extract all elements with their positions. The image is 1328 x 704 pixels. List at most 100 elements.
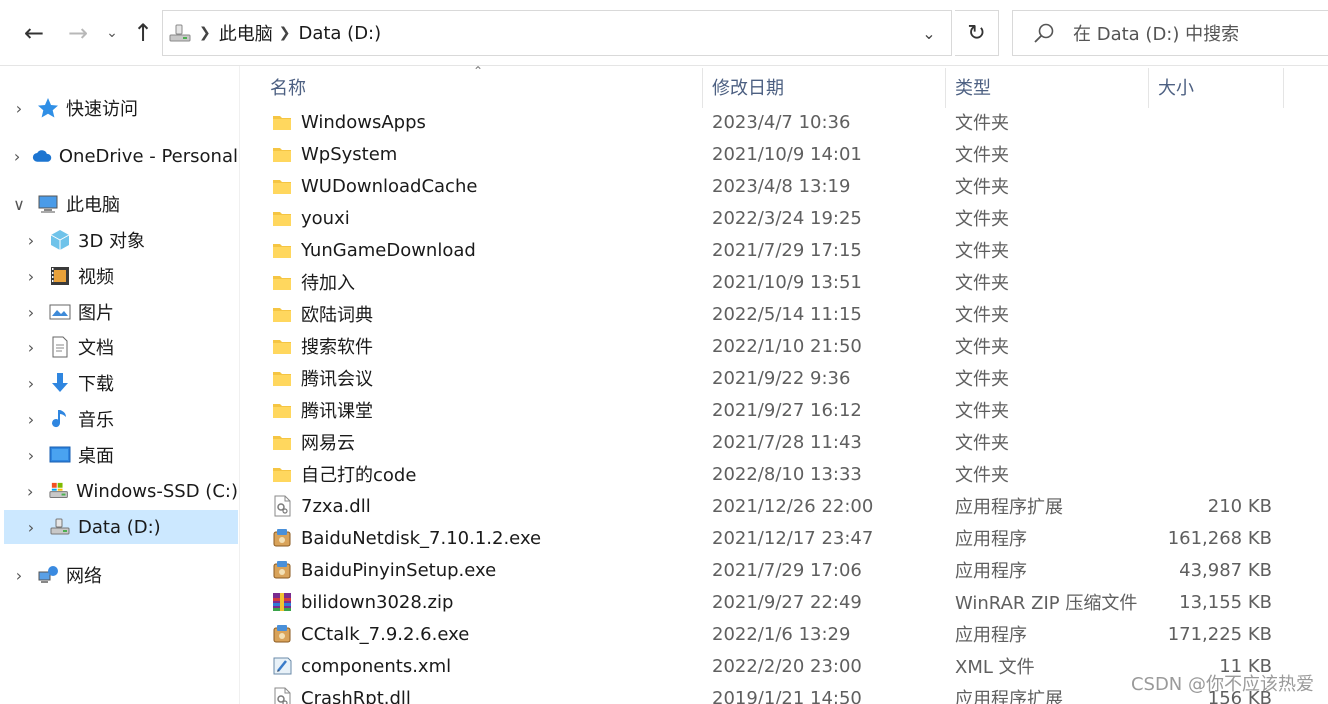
column-header-name[interactable]: 名称 [270,66,700,108]
file-name: 腾讯会议 [301,369,373,390]
file-row[interactable]: 搜索软件 2022/1/10 21:50 文件夹 [241,330,1328,362]
sidebar-item-label: 图片 [78,303,114,324]
sidebar-item[interactable]: › 快速访问 [4,91,238,125]
column-header-date[interactable]: 修改日期 [712,66,942,108]
chevron-right-icon[interactable]: › [11,147,23,166]
breadcrumb-data-drive[interactable]: Data (D:) [298,23,381,44]
column-header-type[interactable]: 类型 [955,66,1145,108]
folder-icon [271,399,293,421]
file-row[interactable]: WindowsApps 2023/4/7 10:36 文件夹 [241,106,1328,138]
file-type: 文件夹 [955,465,1009,486]
sidebar-item[interactable]: › OneDrive - Personal [4,139,238,173]
folder-icon [271,367,293,389]
sidebar-item[interactable]: › Windows-SSD (C:) [4,474,238,508]
file-date: 2021/9/22 9:36 [712,367,851,389]
file-name: WindowsApps [301,111,426,133]
sidebar-item[interactable]: › 视频 [4,259,238,293]
chevron-right-icon[interactable]: › [24,338,38,357]
forward-button[interactable]: → [60,14,96,52]
cloud-icon [32,144,53,168]
file-name: WpSystem [301,143,398,165]
file-row[interactable]: WUDownloadCache 2023/4/8 13:19 文件夹 [241,170,1328,202]
chevron-right-icon[interactable]: › [24,446,38,465]
sidebar-item[interactable]: › 下载 [4,366,238,400]
chevron-right-icon[interactable]: › [24,303,38,322]
file-row[interactable]: BaiduNetdisk_7.10.1.2.exe 2021/12/17 23:4… [241,522,1328,554]
file-row[interactable]: BaiduPinyinSetup.exe 2021/7/29 17:06 应用程序 4… [241,554,1328,586]
file-date: 2021/10/9 13:51 [712,271,862,293]
arrow-left-icon: ← [23,19,45,47]
column-header-size[interactable]: 大小 [1158,66,1278,108]
back-button[interactable]: ← [16,14,52,52]
arrow-up-icon: ↑ [132,19,154,47]
arrow-right-icon: → [67,19,89,47]
file-size: 161,268 KB [1167,527,1272,549]
navigation-pane: › 快速访问 › OneDrive - Personal ∨ 此电脑 › 3D 对象 › 视频 › 图… [0,66,240,704]
file-size: 210 KB [1207,495,1272,517]
network-icon [36,563,60,587]
documents-icon [48,335,72,359]
chevron-right-icon[interactable]: › [12,566,26,585]
chevron-right-icon[interactable]: › [12,99,26,118]
file-type: 文件夹 [955,433,1009,454]
sidebar-item[interactable]: ∨ 此电脑 [4,187,238,221]
file-date: 2021/12/26 22:00 [712,495,874,517]
download-icon [48,371,72,395]
sidebar-item-label: 文档 [78,338,114,359]
breadcrumb-this-pc[interactable]: 此电脑 [219,20,273,46]
up-button[interactable]: ↑ [128,14,158,52]
file-date: 2023/4/8 13:19 [712,175,851,197]
column-divider[interactable] [1148,68,1149,108]
file-row[interactable]: YunGameDownload 2021/7/29 17:15 文件夹 [241,234,1328,266]
file-type: 文件夹 [955,177,1009,198]
file-name: bilidown3028.zip [301,591,454,613]
file-row[interactable]: 腾讯会议 2021/9/22 9:36 文件夹 [241,362,1328,394]
file-row[interactable]: 待加入 2021/10/9 13:51 文件夹 [241,266,1328,298]
chevron-right-icon[interactable]: › [24,267,38,286]
star-icon [36,96,60,120]
address-history-dropdown[interactable]: ⌄ [907,11,951,55]
breadcrumb-separator: ❯ [278,25,291,41]
file-row[interactable]: 网易云 2021/7/28 11:43 文件夹 [241,426,1328,458]
file-row[interactable]: WpSystem 2021/10/9 14:01 文件夹 [241,138,1328,170]
chevron-down-icon[interactable]: ∨ [12,195,26,214]
file-date: 2021/9/27 22:49 [712,591,862,613]
file-name: 7zxa.dll [301,495,371,517]
file-row[interactable]: 7zxa.dll 2021/12/26 22:00 应用程序扩展 210 KB [241,490,1328,522]
file-name: WUDownloadCache [301,175,478,197]
file-date: 2022/5/14 11:15 [712,303,862,325]
refresh-button[interactable]: ↻ [955,10,999,56]
sidebar-item[interactable]: › Data (D:) [4,510,238,544]
chevron-right-icon[interactable]: › [24,231,38,250]
file-date: 2022/2/20 23:00 [712,655,862,677]
file-date: 2021/7/28 11:43 [712,431,862,453]
column-divider[interactable] [945,68,946,108]
file-row[interactable]: CCtalk_7.9.2.6.exe 2022/1/6 13:29 应用程序 171,… [241,618,1328,650]
sidebar-item-label: 此电脑 [66,195,120,216]
column-divider[interactable] [702,68,703,108]
folder-icon [271,239,293,261]
sidebar-item[interactable]: › 桌面 [4,438,238,472]
sidebar-item[interactable]: › 图片 [4,295,238,329]
chevron-right-icon[interactable]: › [24,374,38,393]
sidebar-item[interactable]: › 文档 [4,330,238,364]
file-row[interactable]: 欧陆词典 2022/5/14 11:15 文件夹 [241,298,1328,330]
file-row[interactable]: bilidown3028.zip 2021/9/27 22:49 WinRAR ZI… [241,586,1328,618]
sidebar-item[interactable]: › 网络 [4,558,238,592]
chevron-right-icon[interactable]: › [24,518,38,537]
file-row[interactable]: 腾讯课堂 2021/9/27 16:12 文件夹 [241,394,1328,426]
file-row[interactable]: youxi 2022/3/24 19:25 文件夹 [241,202,1328,234]
sidebar-item[interactable]: › 3D 对象 [4,223,238,257]
file-type: 应用程序 [955,625,1027,646]
chevron-right-icon[interactable]: › [23,482,37,501]
search-input[interactable]: 在 Data (D:) 中搜索 [1012,10,1328,56]
recent-locations-button[interactable]: ⌄ [100,14,124,52]
chevron-right-icon[interactable]: › [24,410,38,429]
file-name: 网易云 [301,433,355,454]
address-bar[interactable]: ❯ 此电脑 ❯ Data (D:) ⌄ [162,10,952,56]
file-row[interactable]: 自己打的code 2022/8/10 13:33 文件夹 [241,458,1328,490]
sidebar-item[interactable]: › 音乐 [4,402,238,436]
column-divider[interactable] [1283,68,1284,108]
file-name: 自己打的code [301,465,417,486]
refresh-icon: ↻ [967,20,986,46]
